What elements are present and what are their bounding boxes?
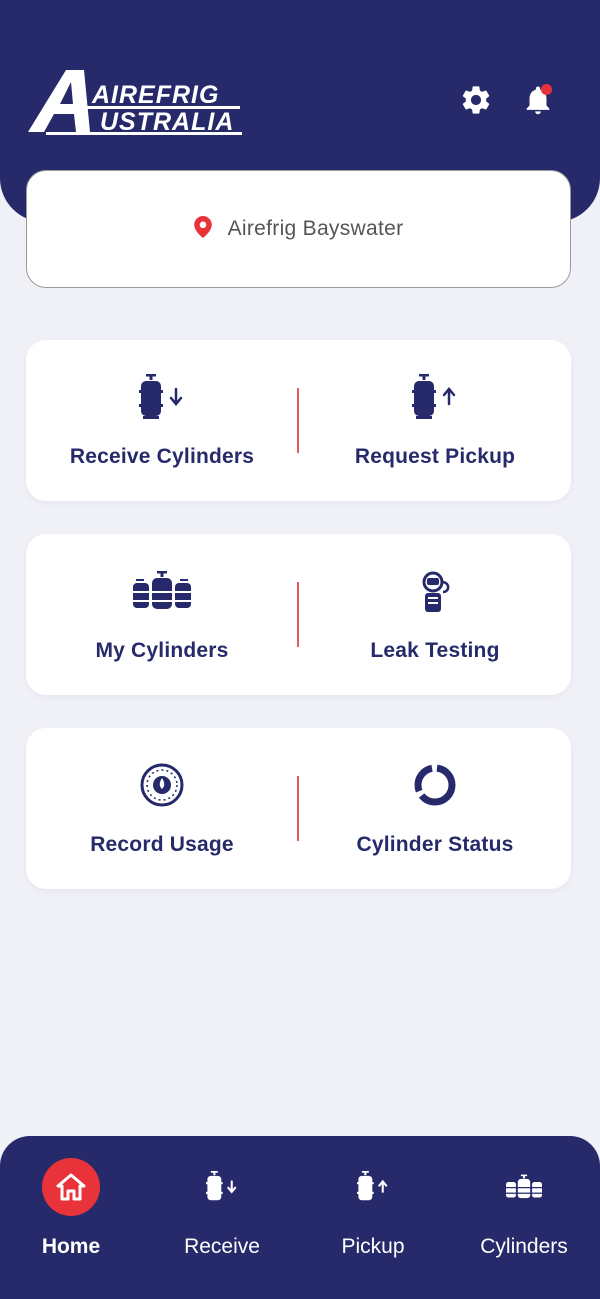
nav-cylinders-label: Cylinders <box>480 1235 568 1258</box>
cylinder-status-label: Cylinder Status <box>356 833 514 856</box>
nav-home[interactable]: Home <box>0 1136 146 1299</box>
gear-icon <box>462 86 490 114</box>
request-pickup-button[interactable]: Request Pickup <box>299 340 571 501</box>
map-pin-icon <box>193 216 212 238</box>
gauge-icon <box>139 760 185 810</box>
receive-cylinders-button[interactable]: Receive Cylinders <box>26 340 298 501</box>
nav-cylinders[interactable]: Cylinders <box>449 1136 599 1299</box>
record-usage-label: Record Usage <box>90 833 234 856</box>
action-card-2: My Cylinders Leak Testing <box>26 534 571 695</box>
cylinder-down-icon <box>193 1158 251 1216</box>
cylinder-status-button[interactable]: Cylinder Status <box>299 728 571 889</box>
receive-cylinders-label: Receive Cylinders <box>69 445 255 468</box>
nav-receive[interactable]: Receive <box>147 1136 297 1299</box>
notifications-button[interactable] <box>518 80 558 120</box>
nav-pickup[interactable]: Pickup <box>298 1136 448 1299</box>
my-cylinders-button[interactable]: My Cylinders <box>26 534 298 695</box>
location-name: Airefrig Bayswater <box>227 217 404 240</box>
nav-receive-label: Receive <box>184 1235 260 1258</box>
action-card-1: Receive Cylinders Request Pickup <box>26 340 571 501</box>
cylinder-down-icon <box>138 372 186 422</box>
record-usage-button[interactable]: Record Usage <box>26 728 298 889</box>
request-pickup-label: Request Pickup <box>354 445 516 468</box>
bottom-navigation: Home Receive Pickup Cylinders <box>0 1136 600 1299</box>
status-ring-icon <box>412 760 458 810</box>
leak-detector-icon <box>417 566 453 616</box>
my-cylinders-label: My Cylinders <box>95 639 229 662</box>
logo-line-2: USTRALIA <box>100 108 235 136</box>
location-selector[interactable]: Airefrig Bayswater <box>26 170 571 288</box>
cylinders-group-icon <box>495 1158 553 1216</box>
cylinder-up-icon <box>344 1158 402 1216</box>
nav-pickup-label: Pickup <box>341 1235 405 1258</box>
leak-testing-button[interactable]: Leak Testing <box>299 534 571 695</box>
nav-home-label: Home <box>41 1235 101 1258</box>
cylinder-up-icon <box>411 372 459 422</box>
home-icon <box>42 1158 100 1216</box>
settings-button[interactable] <box>456 80 496 120</box>
leak-testing-label: Leak Testing <box>370 639 500 662</box>
logo-line-1: AIREFRIG <box>92 81 220 109</box>
notification-dot <box>541 84 552 95</box>
action-card-3: Record Usage Cylinder Status <box>26 728 571 889</box>
cylinders-group-icon <box>133 566 191 616</box>
airefrig-logo: AIREFRIG USTRALIA <box>26 64 246 136</box>
